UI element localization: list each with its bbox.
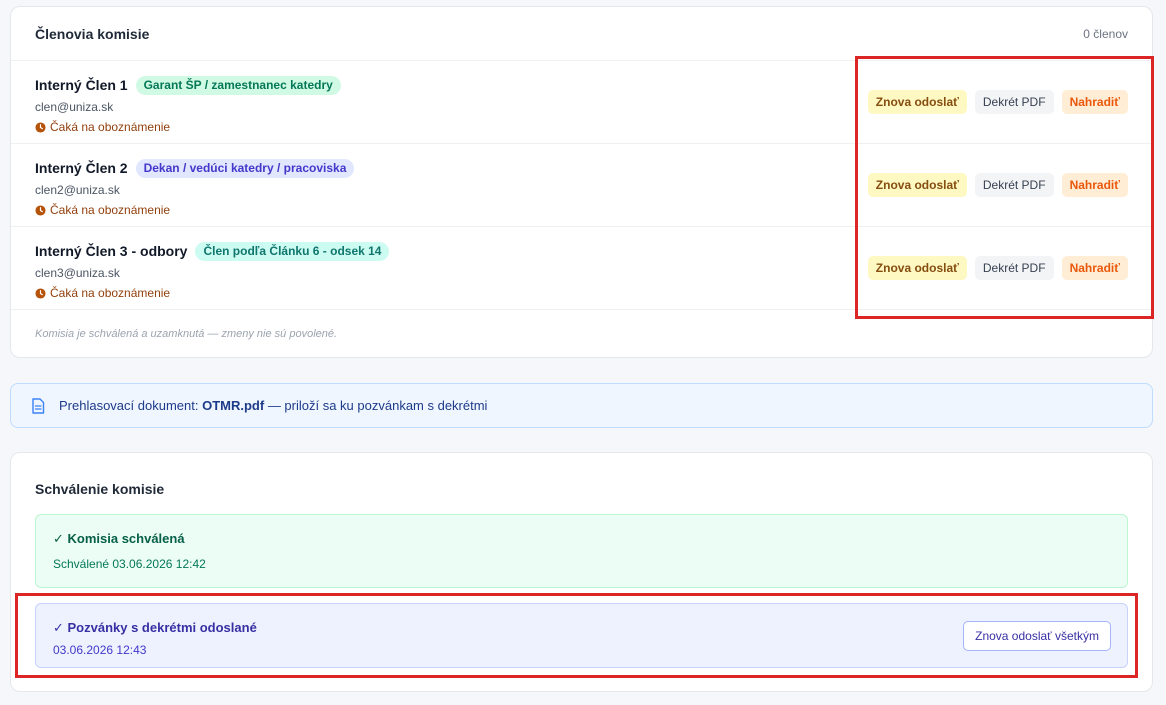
member-row: Interný Člen 1 Garant ŠP / zamestnanec k… — [11, 61, 1152, 144]
decree-pdf-button[interactable]: Dekrét PDF — [974, 90, 1054, 114]
role-badge: Dekan / vedúci katedry / pracoviska — [135, 158, 355, 178]
locked-note: Komisia je schválená a uzamknutá — zmeny… — [35, 328, 338, 340]
approved-title: ✓ Komisia schválená — [53, 531, 185, 546]
role-badge: Člen podľa Článku 6 - odsek 14 — [195, 241, 390, 261]
member-actions: Znova odoslať Dekrét PDF Nahradiť — [867, 90, 1128, 114]
status-text: Čaká na oboznámenie — [50, 203, 171, 217]
resend-button[interactable]: Znova odoslať — [867, 90, 967, 114]
member-name: Interný Člen 1 — [35, 77, 128, 93]
document-icon — [32, 397, 45, 414]
replace-button[interactable]: Nahradiť — [1061, 256, 1128, 280]
resend-all-button[interactable]: Znova odoslať všetkým — [963, 621, 1111, 651]
member-name: Interný Člen 2 — [35, 160, 128, 176]
invites-status-box: ✓ Pozvánky s dekrétmi odoslané 03.06.202… — [35, 603, 1128, 668]
document-filename[interactable]: OTMR.pdf — [202, 398, 264, 413]
member-row: Interný Člen 2 Dekan / vedúci katedry / … — [11, 144, 1152, 227]
document-banner: Prehlasovací dokument: OTMR.pdf — prilož… — [10, 383, 1153, 428]
member-actions: Znova odoslať Dekrét PDF Nahradiť — [867, 173, 1128, 197]
members-title: Členovia komisie — [35, 25, 150, 42]
member-status: Čaká na oboznámenie — [35, 120, 1128, 134]
member-name: Interný Člen 3 - odbory — [35, 243, 188, 259]
approval-card: Schválenie komisie ✓ Komisia schválená S… — [10, 452, 1153, 692]
members-header: Členovia komisie 0 členov — [11, 7, 1152, 61]
member-count: 0 členov — [1083, 26, 1128, 41]
member-status: Čaká na oboznámenie — [35, 203, 1128, 217]
approved-timestamp: Schválené 03.06.2026 12:42 — [53, 557, 206, 571]
invites-timestamp: 03.06.2026 12:43 — [53, 643, 147, 657]
resend-button[interactable]: Znova odoslať — [867, 173, 967, 197]
document-prefix: Prehlasovací dokument: — [59, 398, 199, 413]
document-text: Prehlasovací dokument: OTMR.pdf — prilož… — [59, 398, 487, 413]
clock-icon — [35, 287, 46, 299]
status-text: Čaká na oboznámenie — [50, 120, 171, 134]
member-actions: Znova odoslať Dekrét PDF Nahradiť — [867, 256, 1128, 280]
invites-title: ✓ Pozvánky s dekrétmi odoslané — [53, 620, 257, 635]
clock-icon — [35, 204, 46, 216]
decree-pdf-button[interactable]: Dekrét PDF — [974, 256, 1054, 280]
approval-title: Schválenie komisie — [35, 481, 165, 497]
status-text: Čaká na oboznámenie — [50, 286, 171, 300]
member-status: Čaká na oboznámenie — [35, 286, 1128, 300]
resend-button[interactable]: Znova odoslať — [867, 256, 967, 280]
replace-button[interactable]: Nahradiť — [1061, 173, 1128, 197]
decree-pdf-button[interactable]: Dekrét PDF — [974, 173, 1054, 197]
approved-status-box: ✓ Komisia schválená Schválené 03.06.2026… — [35, 514, 1128, 588]
clock-icon — [35, 121, 46, 133]
members-card: Členovia komisie 0 členov Interný Člen 1… — [10, 6, 1153, 358]
member-row: Interný Člen 3 - odbory Člen podľa Článk… — [11, 227, 1152, 310]
replace-button[interactable]: Nahradiť — [1061, 90, 1128, 114]
document-suffix: — priloží sa ku pozvánkam s dekrétmi — [267, 398, 488, 413]
role-badge: Garant ŠP / zamestnanec katedry — [135, 75, 341, 95]
